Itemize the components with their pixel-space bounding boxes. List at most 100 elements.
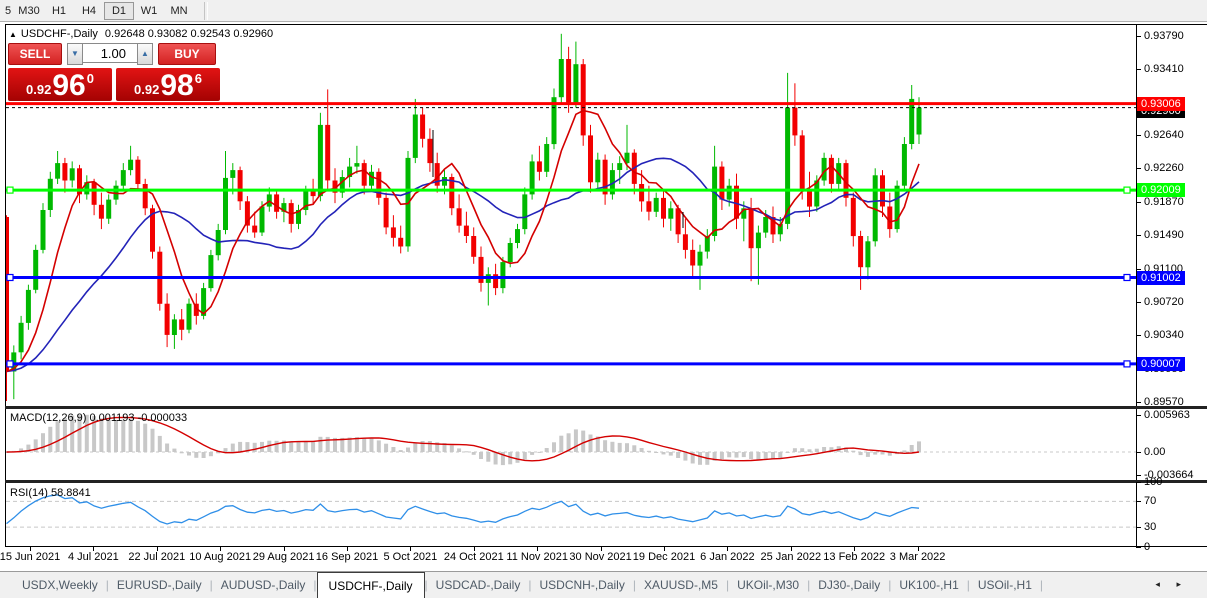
buy-button[interactable]: BUY: [158, 43, 216, 65]
axis-tick: [1136, 69, 1141, 70]
price-tick-label: 0.92640: [1144, 129, 1184, 142]
tab-xauusd-m5[interactable]: XAUUSD-,M5: [636, 572, 726, 598]
rsi-label: RSI(14) 58.8841: [10, 487, 91, 499]
timeframe-W1[interactable]: W1: [134, 2, 164, 20]
toolbar-separator: [204, 2, 208, 20]
symbol-tab-bar: USDX,Weekly|EURUSD-,Daily|AUDUSD-,Daily|…: [0, 571, 1207, 598]
date-label: 30 Nov 2021: [569, 551, 631, 563]
date-label: 13 Feb 2022: [823, 551, 885, 563]
axis-tick: [1136, 135, 1141, 136]
date-label: 6 Jan 2022: [700, 551, 754, 563]
timeframe-MN[interactable]: MN: [164, 2, 194, 20]
price-line-label-0.91002: 0.91002: [1137, 271, 1185, 285]
tab-usdcnh-daily[interactable]: USDCNH-,Daily: [531, 572, 632, 598]
price-tick-label: 0.93790: [1144, 30, 1184, 43]
tab-usdchf-daily[interactable]: USDCHF-,Daily: [317, 572, 425, 598]
chart-ohlc-values: 0.92648 0.93082 0.92543 0.92960: [105, 28, 273, 40]
date-label: 10 Aug 2021: [189, 551, 251, 563]
date-label: 3 Mar 2022: [890, 551, 946, 563]
trading-platform-window: 5M30H1H4D1W1MN ▲ USDCHF-,Daily 0.92648 0.9…: [0, 0, 1207, 598]
pane-splitter-macd[interactable]: [5, 406, 1207, 409]
axis-tick: [1136, 168, 1141, 169]
buy-price-panel[interactable]: 0.92986: [116, 68, 220, 101]
axis-tick: [1136, 475, 1141, 476]
price-line-label-0.93006: 0.93006: [1137, 97, 1185, 111]
price-tick-label: 0.92260: [1144, 162, 1184, 175]
tab-scroll-left-icon[interactable]: ◂: [1155, 579, 1160, 589]
date-label: 15 Jun 2021: [0, 551, 60, 563]
buy-price-prefix: 0.92: [134, 82, 159, 97]
axis-tick: [1136, 527, 1141, 528]
date-label: 24 Oct 2021: [444, 551, 504, 563]
tab-usoil-h1[interactable]: USOil-,H1: [970, 572, 1040, 598]
price-line-label-0.90007: 0.90007: [1137, 357, 1185, 371]
timeframe-H1[interactable]: H1: [44, 2, 74, 20]
axis-tick: [1136, 415, 1141, 416]
rsi-axis-label: 0: [1144, 541, 1150, 554]
price-tick-label: 0.89570: [1144, 396, 1184, 409]
date-label: 4 Jul 2021: [68, 551, 119, 563]
pane-splitter-rsi[interactable]: [5, 480, 1207, 483]
volume-decrease-button[interactable]: ▼: [67, 43, 83, 65]
axis-tick: [1136, 482, 1141, 483]
price-tick-label: 0.91870: [1144, 196, 1184, 209]
date-axis[interactable]: 15 Jun 2021 4 Jul 2021 22 Jul 2021 10 Aug 2…: [0, 547, 1136, 571]
rsi-axis-label: 70: [1144, 495, 1156, 508]
sell-price-prefix: 0.92: [26, 82, 51, 97]
macd-axis-label: 0.005963: [1144, 409, 1190, 422]
volume-increase-button[interactable]: ▲: [137, 43, 153, 65]
timeframe-M30[interactable]: M30: [14, 2, 44, 20]
timeframe-toolbar: 5M30H1H4D1W1MN: [0, 0, 1207, 22]
date-label: 19 Dec 2021: [633, 551, 695, 563]
chart-title: ▲ USDCHF-,Daily 0.92648 0.93082 0.92543 0.…: [9, 28, 273, 40]
sell-price-big: 96: [52, 70, 85, 101]
axis-tick: [1136, 501, 1141, 502]
price-tick-label: 0.90720: [1144, 296, 1184, 309]
volume-input[interactable]: 1.00: [83, 43, 137, 63]
axis-tick: [1136, 302, 1141, 303]
tab-uk100-h1[interactable]: UK100-,H1: [891, 572, 966, 598]
chart-symbol-label: USDCHF-,Daily: [21, 28, 98, 40]
axis-tick: [1136, 202, 1141, 203]
sell-price-sup: 0: [87, 71, 94, 86]
price-axis[interactable]: 0.937900.934100.930300.926400.922600.918…: [1137, 24, 1207, 546]
axis-tick: [1136, 402, 1141, 403]
tab-ukoil-m30[interactable]: UKOil-,M30: [729, 572, 807, 598]
volume-spinner: ▼ 1.00 ▲: [67, 43, 153, 65]
timeframe-5[interactable]: 5: [2, 2, 14, 20]
date-label: 16 Sep 2021: [316, 551, 378, 563]
one-click-trading-panel: SELL ▼ 1.00 ▲ BUY 0.92960 0.92986: [8, 43, 224, 101]
date-label: 11 Nov 2021: [506, 551, 568, 563]
macd-axis-label: 0.00: [1144, 446, 1165, 459]
date-label: 5 Oct 2021: [383, 551, 437, 563]
sell-button[interactable]: SELL: [8, 43, 62, 65]
rsi-pane[interactable]: [6, 484, 1136, 546]
axis-tick: [1136, 235, 1141, 236]
date-label: 22 Jul 2021: [128, 551, 185, 563]
price-tick-label: 0.93410: [1144, 63, 1184, 76]
timeframe-H4[interactable]: H4: [74, 2, 104, 20]
timeframe-D1[interactable]: D1: [104, 2, 134, 20]
date-label: 29 Aug 2021: [253, 551, 315, 563]
collapse-arrow-icon[interactable]: ▲: [9, 30, 17, 39]
tab-audusd-daily[interactable]: AUDUSD-,Daily: [213, 572, 314, 598]
tab-usdx-weekly[interactable]: USDX,Weekly: [14, 572, 106, 598]
axis-tick: [1136, 547, 1141, 548]
rsi-axis-label: 100: [1144, 476, 1162, 489]
sell-price-panel[interactable]: 0.92960: [8, 68, 112, 101]
tab-separator: |: [1040, 578, 1043, 592]
price-tick-label: 0.90340: [1144, 329, 1184, 342]
tab-scroll-arrows: ◂ ▸: [1141, 571, 1181, 598]
buy-price-sup: 6: [195, 71, 202, 86]
buy-price-big: 98: [160, 70, 193, 101]
tab-dj30-daily[interactable]: DJ30-,Daily: [810, 572, 888, 598]
macd-label: MACD(12,26,9) 0.001193 -0.000033: [10, 412, 187, 424]
price-line-label-0.92009: 0.92009: [1137, 183, 1185, 197]
axis-tick: [1136, 452, 1141, 453]
axis-tick: [1136, 36, 1141, 37]
rsi-axis-label: 30: [1144, 521, 1156, 534]
tab-usdcad-daily[interactable]: USDCAD-,Daily: [428, 572, 529, 598]
date-label: 25 Jan 2022: [761, 551, 822, 563]
tab-scroll-right-icon[interactable]: ▸: [1176, 579, 1181, 589]
tab-eurusd-daily[interactable]: EURUSD-,Daily: [109, 572, 210, 598]
